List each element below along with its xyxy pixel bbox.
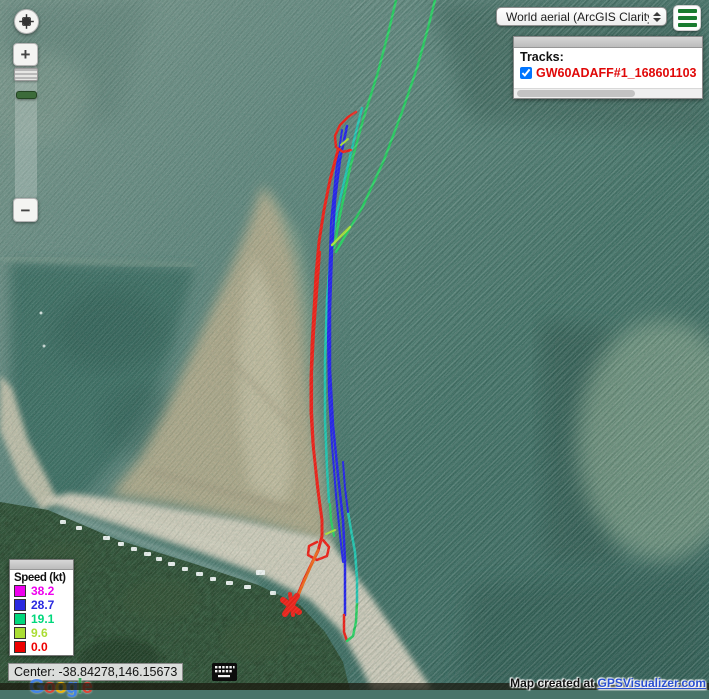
map-canvas[interactable] [0, 0, 709, 690]
center-arrows-icon [17, 12, 36, 31]
legend-color-swatch [14, 613, 26, 625]
zoom-slider-handle[interactable] [16, 91, 37, 99]
legend-row: 9.6 [14, 626, 69, 640]
legend-speed-value: 9.6 [31, 626, 48, 640]
tracks-panel-scrollbar[interactable] [514, 88, 702, 98]
basemap-select-value: World aerial (ArcGIS Clarity) [506, 10, 649, 24]
gpsvisualizer-link[interactable]: GPSVisualizer.com [598, 676, 707, 690]
legend-speed-value: 0.0 [31, 640, 48, 654]
legend-row: 0.0 [14, 640, 69, 654]
speed-legend-drag-handle[interactable] [10, 560, 73, 570]
track-visibility-checkbox[interactable] [520, 67, 532, 79]
select-updown-arrows-icon [653, 12, 661, 22]
keyboard-icon [212, 663, 237, 681]
track-label: GW60ADAFF#1_168601103_2019 [536, 66, 696, 80]
pan-center-button[interactable] [14, 9, 39, 34]
zoom-out-button[interactable]: − [13, 198, 38, 222]
tracks-panel-scrollbar-thumb[interactable] [517, 90, 635, 97]
legend-color-swatch [14, 585, 26, 597]
legend-row: 38.2 [14, 584, 69, 598]
zoom-in-button[interactable]: + [13, 43, 38, 66]
legend-color-swatch [14, 641, 26, 653]
attribution-text: Map created at [510, 676, 597, 690]
legend-speed-value: 38.2 [31, 584, 54, 598]
hamburger-icon [678, 9, 697, 13]
legend-color-swatch [14, 627, 26, 639]
legend-speed-value: 19.1 [31, 612, 54, 626]
zoom-slider-ticks [14, 68, 38, 81]
speed-legend: Speed (kt) 38.228.719.19.60.0 [9, 559, 74, 656]
legend-speed-value: 28.7 [31, 598, 54, 612]
menu-button[interactable] [673, 5, 701, 31]
map-attribution: Map created at GPSVisualizer.com [510, 676, 706, 690]
legend-color-swatch [14, 599, 26, 611]
aerial-imagery [0, 0, 709, 690]
tracks-panel-drag-handle[interactable] [514, 37, 702, 48]
tracks-panel-title: Tracks: [520, 50, 696, 64]
zoom-slider-track[interactable] [15, 66, 37, 198]
keyboard-shortcuts-button[interactable] [212, 663, 237, 681]
tracks-panel: Tracks: GW60ADAFF#1_168601103_2019 [513, 36, 703, 99]
legend-row: 28.7 [14, 598, 69, 612]
speed-legend-title: Speed (kt) [14, 572, 69, 584]
basemap-select[interactable]: World aerial (ArcGIS Clarity) [496, 7, 667, 26]
legend-row: 19.1 [14, 612, 69, 626]
track-row: GW60ADAFF#1_168601103_2019 [520, 66, 696, 80]
